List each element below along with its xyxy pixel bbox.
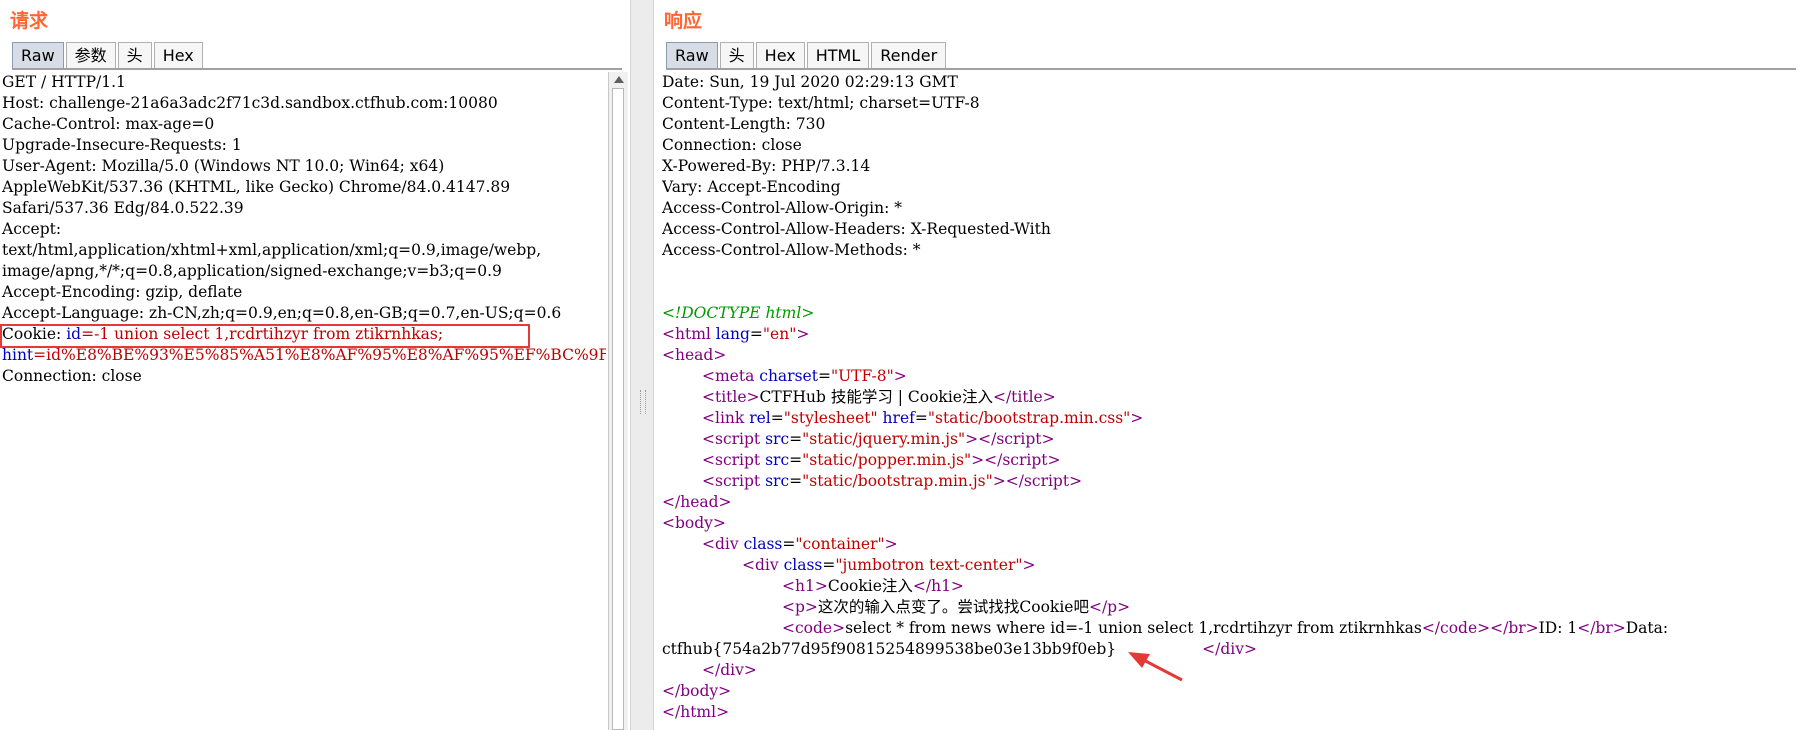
- request-scrollbar[interactable]: [608, 72, 628, 730]
- request-line: Accept:: [2, 220, 62, 238]
- response-tabs: Raw 头 Hex HTML Render: [666, 40, 1796, 70]
- link-line: <link rel="stylesheet" href="static/boot…: [702, 409, 1144, 427]
- body-close-line: </body>: [662, 682, 732, 700]
- request-line: Upgrade-Insecure-Requests: 1: [2, 136, 242, 154]
- id-text: ID: 1: [1538, 619, 1578, 637]
- code-line: <code>select * from news where id=-1 uni…: [782, 619, 1669, 637]
- response-header-line: Vary: Accept-Encoding: [662, 178, 841, 196]
- cookie-highlight-box: [0, 324, 530, 348]
- request-tab-hex[interactable]: Hex: [153, 42, 203, 68]
- head-close-line: </head>: [662, 493, 732, 511]
- head-open-line: <head>: [662, 346, 727, 364]
- request-line: Host: challenge-21a6a3adc2f71c3d.sandbox…: [2, 94, 498, 112]
- doctype: <!DOCTYPE html>: [662, 304, 815, 322]
- container-div-line: <div class="container">: [702, 535, 898, 553]
- cookie-hint-value: =id%E8%BE%93%E5%85%A51%E8%AF%95%E8%AF%95…: [33, 346, 606, 364]
- response-tab-render[interactable]: Render: [871, 42, 947, 68]
- splitter-grip-icon[interactable]: [640, 390, 646, 414]
- request-line: Safari/537.36 Edg/84.0.522.39: [2, 199, 244, 217]
- jumbotron-div-line: <div class="jumbotron text-center">: [742, 556, 1036, 574]
- script-line: <script src="static/jquery.min.js"></scr…: [702, 430, 1055, 448]
- sql-query-text: select * from news where id=-1 union sel…: [845, 619, 1422, 637]
- scroll-up-arrow-icon[interactable]: [614, 76, 624, 83]
- response-tab-hex[interactable]: Hex: [755, 42, 805, 68]
- html-close-line: </html>: [662, 703, 730, 721]
- request-line: image/apng,*/*;q=0.8,application/signed-…: [2, 262, 502, 280]
- response-header-line: Connection: close: [662, 136, 802, 154]
- response-header-line: Content-Length: 730: [662, 115, 826, 133]
- response-header-line: X-Powered-By: PHP/7.3.14: [662, 157, 871, 175]
- response-editor[interactable]: Date: Sun, 19 Jul 2020 02:29:13 GMT Cont…: [654, 72, 1804, 730]
- request-line: User-Agent: Mozilla/5.0 (Windows NT 10.0…: [2, 157, 445, 175]
- title-line: <title>CTFHub 技能学习 | Cookie注入</title>: [702, 388, 1056, 406]
- data-label: Data:: [1625, 619, 1669, 637]
- request-tab-params[interactable]: 参数: [65, 42, 116, 68]
- request-panel: 请求 Raw 参数 头 Hex GET / HTTP/1.1 Host: cha…: [0, 0, 630, 730]
- p-line: <p>这次的输入点变了。尝试找找Cookie吧</p>: [782, 598, 1131, 616]
- page-title-text: CTFHub 技能学习 | Cookie注入: [759, 388, 993, 406]
- request-title: 请求: [10, 10, 49, 32]
- doctype-line: <!DOCTYPE html>: [654, 303, 1804, 324]
- panel-splitter[interactable]: [630, 0, 654, 730]
- response-panel: 响应 Raw 头 Hex HTML Render Date: Sun, 19 J…: [654, 0, 1804, 730]
- response-tab-headers[interactable]: 头: [719, 42, 754, 68]
- response-tab-html[interactable]: HTML: [806, 42, 870, 68]
- meta-line: <meta charset="UTF-8">: [702, 367, 907, 385]
- cookie-hint-key: hint: [2, 346, 34, 364]
- request-line: text/html,application/xhtml+xml,applicat…: [2, 241, 542, 259]
- response-tab-raw[interactable]: Raw: [666, 42, 718, 68]
- h1-text: Cookie注入: [827, 577, 913, 595]
- request-editor[interactable]: GET / HTTP/1.1 Host: challenge-21a6a3adc…: [0, 72, 606, 730]
- script-line: <script src="static/bootstrap.min.js"></…: [702, 472, 1083, 490]
- response-header-line: Access-Control-Allow-Methods: *: [662, 241, 921, 259]
- div-close-line: </div>: [702, 661, 757, 679]
- flag-line: ctfhub{754a2b77d95f90815254899538be03e13…: [662, 640, 1257, 658]
- request-tabs: Raw 参数 头 Hex: [12, 40, 622, 70]
- h1-line: <h1>Cookie注入</h1>: [782, 577, 964, 595]
- scrollbar-thumb[interactable]: [612, 88, 624, 730]
- response-header-line: Content-Type: text/html; charset=UTF-8: [662, 94, 980, 112]
- response-header-line: Access-Control-Allow-Headers: X-Requeste…: [662, 220, 1051, 238]
- request-line: AppleWebKit/537.36 (KHTML, like Gecko) C…: [2, 178, 511, 196]
- request-line: Accept-Encoding: gzip, deflate: [2, 283, 243, 301]
- request-line: Connection: close: [2, 367, 142, 385]
- request-line: GET / HTTP/1.1: [2, 73, 126, 91]
- request-tab-headers[interactable]: 头: [117, 42, 152, 68]
- script-line: <script src="static/popper.min.js"></scr…: [702, 451, 1061, 469]
- request-tab-raw[interactable]: Raw: [12, 42, 64, 68]
- cookie-hint-line: hint=id%E8%BE%93%E5%85%A51%E8%AF%95%E8%A…: [0, 345, 606, 366]
- response-header-line: Date: Sun, 19 Jul 2020 02:29:13 GMT: [662, 73, 958, 91]
- html-open-line: <html lang="en">: [662, 325, 810, 343]
- response-header-line: Access-Control-Allow-Origin: *: [662, 199, 902, 217]
- flag-text: ctfhub{754a2b77d95f90815254899538be03e13…: [662, 640, 1117, 658]
- p-text: 这次的输入点变了。尝试找找Cookie吧: [817, 598, 1089, 616]
- request-line: Cache-Control: max-age=0: [2, 115, 215, 133]
- response-title: 响应: [664, 10, 703, 32]
- body-open-line: <body>: [662, 514, 726, 532]
- request-line: Accept-Language: zh-CN,zh;q=0.9,en;q=0.8…: [2, 304, 562, 322]
